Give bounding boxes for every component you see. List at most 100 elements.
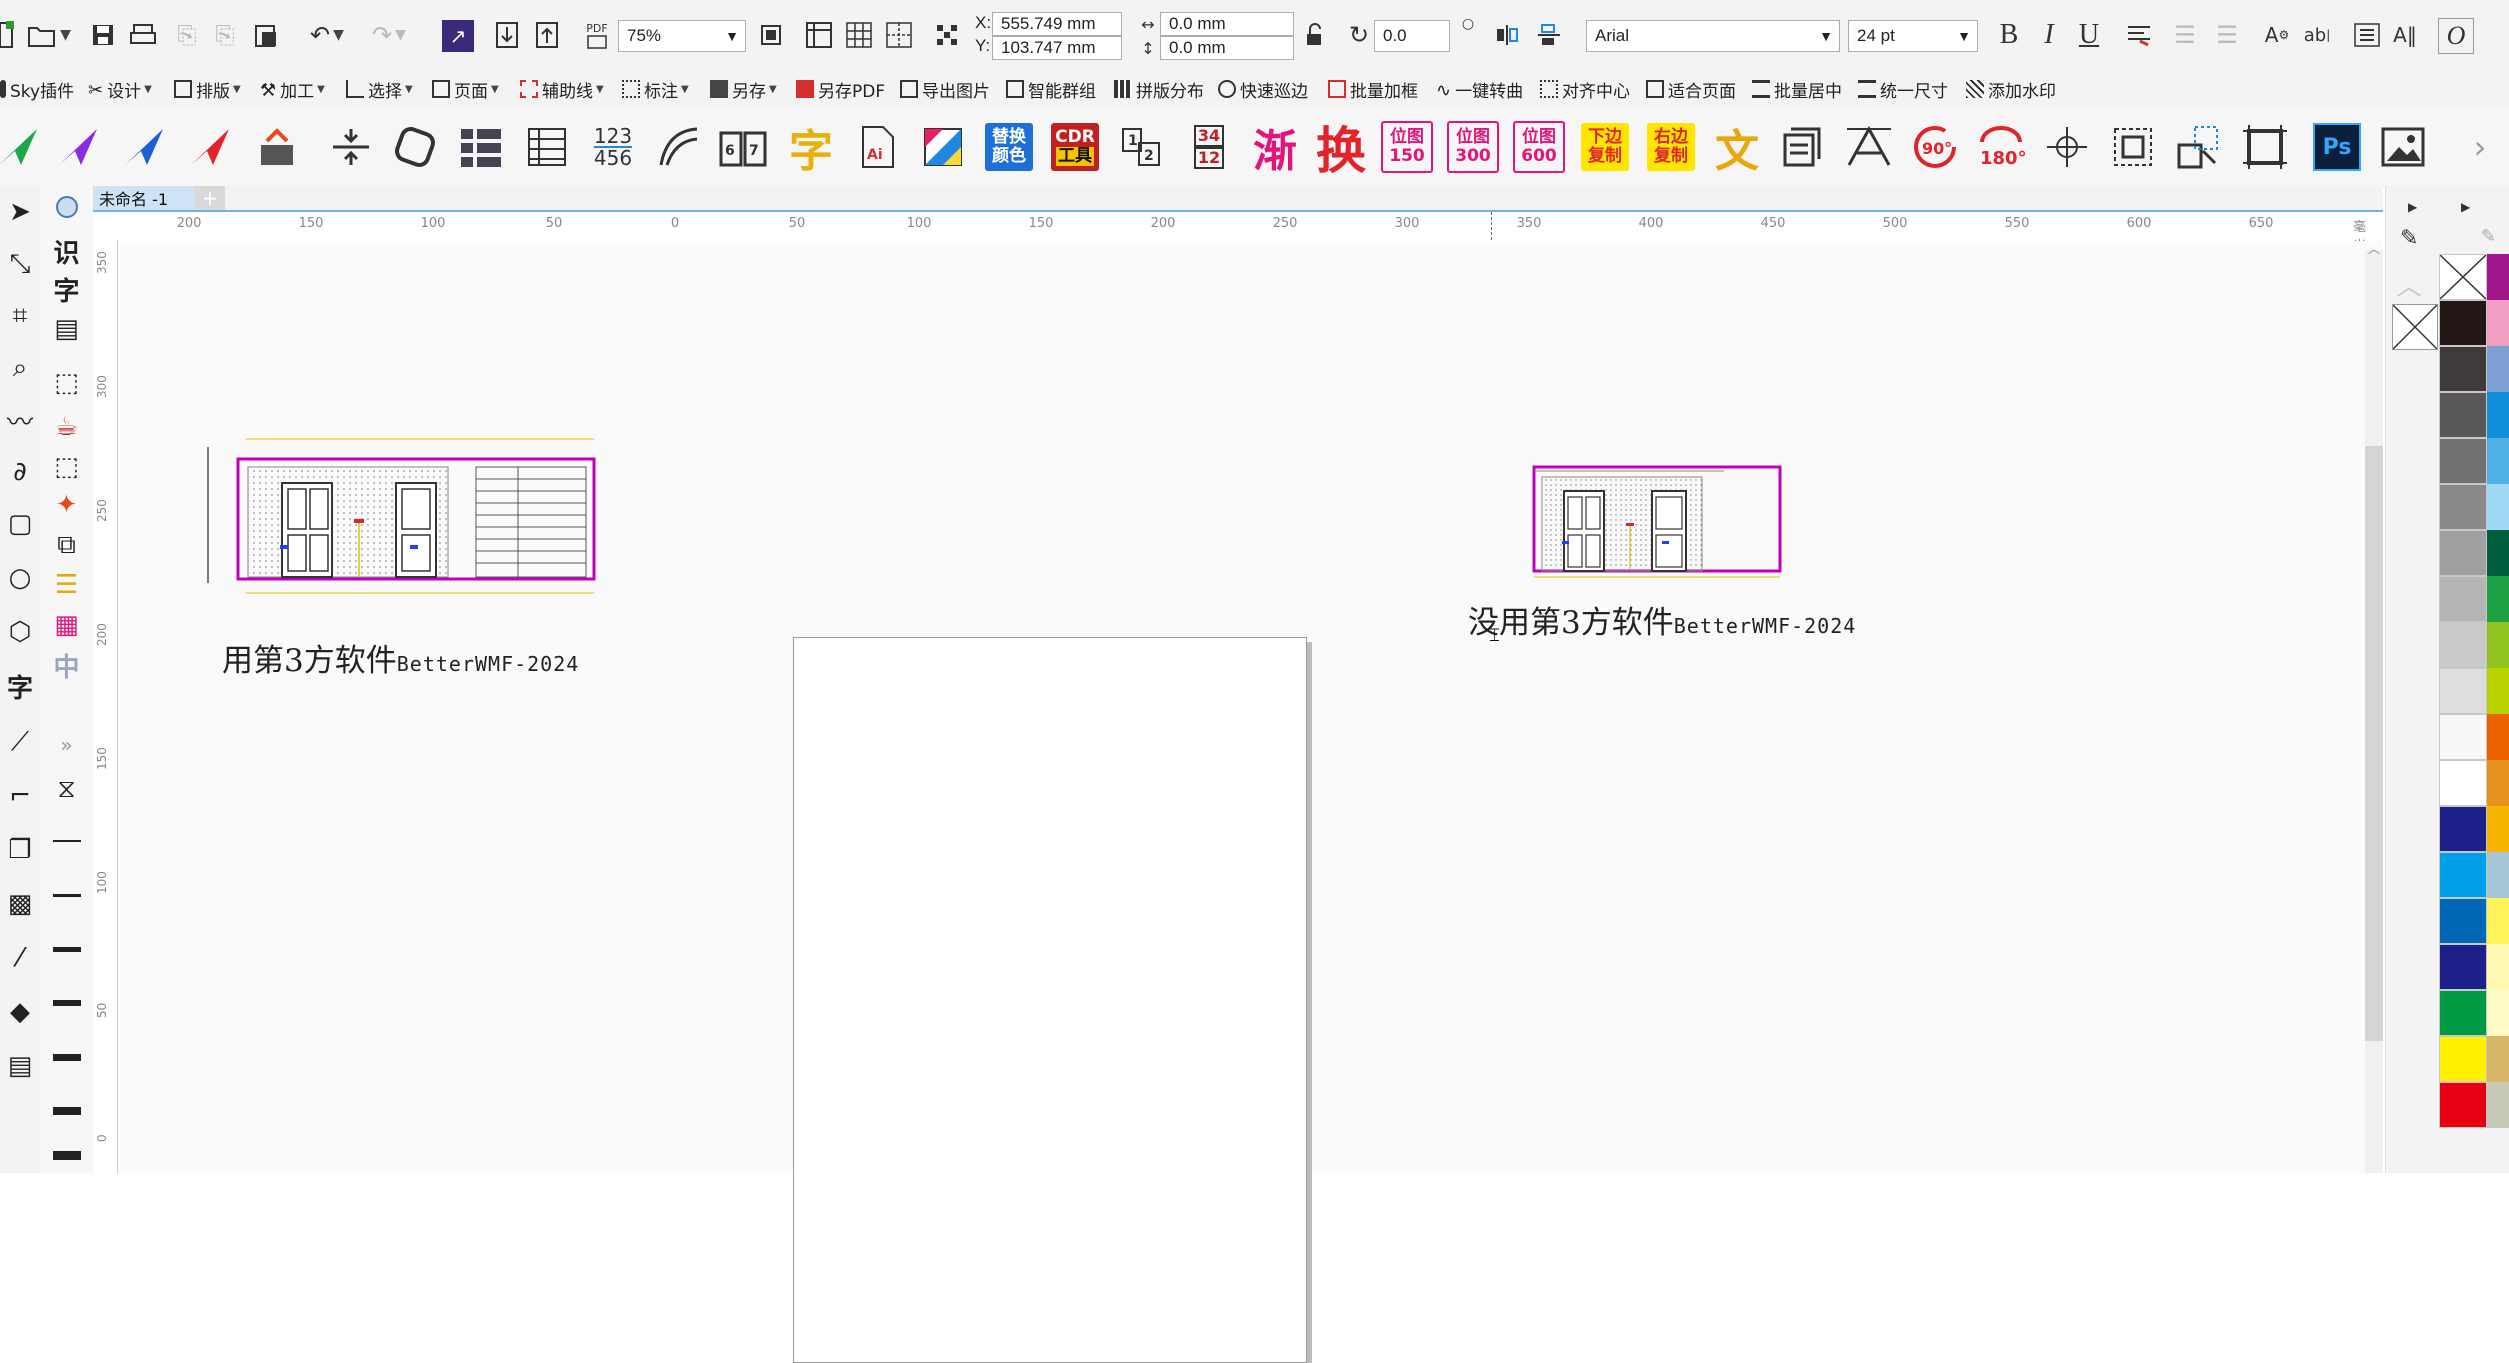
plugin-menu-page[interactable]: 页面 ▼ — [432, 72, 499, 106]
palette-swatch[interactable] — [2439, 1082, 2487, 1128]
image-icon[interactable] — [2374, 118, 2432, 176]
rectangle-tool-icon[interactable]: ▢ — [0, 504, 40, 544]
recognize-text-button[interactable]: 识 — [40, 232, 93, 270]
plugin-menu-save-as[interactable]: 另存 ▼ — [710, 72, 777, 106]
palette-swatch[interactable] — [2487, 806, 2509, 852]
pick-tool-icon[interactable]: ➤ — [0, 192, 40, 232]
bitmap-300-icon[interactable]: 位图 300 — [1444, 118, 1502, 176]
transparency-icon[interactable]: ▩ — [0, 884, 40, 924]
plugin-menu-batch-center[interactable]: 批量居中 — [1752, 72, 1842, 106]
send-green-icon[interactable] — [0, 118, 48, 176]
select-frame-icon[interactable] — [2170, 118, 2228, 176]
line-thick-icon[interactable] — [40, 930, 93, 968]
plugin-menu-smart-group[interactable]: 智能群组 — [1006, 72, 1096, 106]
crop-tool-icon[interactable]: ⌗ — [0, 296, 40, 336]
plugin-menu-impose[interactable]: 拼版分布 — [1114, 72, 1204, 106]
paste-icon[interactable] — [250, 20, 280, 50]
send-red-icon[interactable] — [182, 118, 240, 176]
palette-swatch[interactable] — [2439, 760, 2487, 806]
crosshair-icon[interactable] — [2038, 118, 2096, 176]
palette-swatch[interactable] — [2487, 438, 2509, 484]
export-orange-icon[interactable] — [248, 118, 306, 176]
plugin-menu-to-curve[interactable]: ∿ 一键转曲 — [1436, 72, 1523, 106]
send-blue-icon[interactable] — [116, 118, 174, 176]
palette-swatch[interactable] — [2439, 990, 2487, 1036]
lock-ratio-icon[interactable] — [1300, 20, 1328, 50]
palette-swatch-none[interactable] — [2439, 254, 2487, 300]
number-sequence-icon[interactable]: 123 456 — [584, 118, 642, 176]
plugin-menu-batch-frame[interactable]: 批量加框 — [1328, 72, 1418, 106]
palette-swatch[interactable] — [2487, 346, 2509, 392]
interactive-fill-icon[interactable]: ◆ — [0, 992, 40, 1032]
palette-swatch[interactable] — [2439, 944, 2487, 990]
distribute-vertical-icon[interactable] — [322, 118, 380, 176]
list-rows-icon[interactable] — [452, 118, 510, 176]
rotate-icon[interactable]: ↻ — [1344, 20, 1374, 50]
copy-right-icon[interactable]: 右边 复制 — [1642, 118, 1700, 176]
save-icon[interactable] — [88, 20, 118, 50]
palette-swatch[interactable] — [2487, 714, 2509, 760]
y-position-field[interactable]: 103.747 mm — [992, 36, 1122, 60]
drop-shadow-icon[interactable]: ❐ — [0, 830, 40, 870]
plugin-menu-guideline[interactable]: 辅助线 ▼ — [520, 72, 604, 106]
document-list-icon[interactable]: ▤ — [40, 310, 93, 348]
palette-swatch[interactable] — [2487, 760, 2509, 806]
vertical-text-icon[interactable]: A‖ — [2390, 20, 2420, 50]
connector-tool-icon[interactable]: ⌐ — [0, 776, 40, 816]
font-family-select[interactable]: Arial ▼ — [1586, 20, 1840, 52]
publish-pdf-icon[interactable]: PDF — [580, 18, 614, 52]
print-icon[interactable] — [128, 20, 158, 50]
plugin-menu-export-image[interactable]: 导出图片 — [900, 72, 990, 106]
plugin-menu-sky[interactable]: Sky插件 — [0, 72, 74, 106]
line-thin-icon[interactable] — [40, 822, 93, 860]
line-heavy-icon[interactable] — [40, 1038, 93, 1076]
palette-swatch[interactable] — [2487, 530, 2509, 576]
plugin-menu-save-pdf[interactable]: 另存PDF — [796, 72, 885, 106]
elevation-drawing-right[interactable] — [1524, 463, 1794, 587]
cut-icon[interactable]: ⎘ — [172, 20, 202, 50]
palette-swatch[interactable] — [2487, 1036, 2509, 1082]
palette-swatch[interactable] — [2487, 944, 2509, 990]
collapse-up-icon[interactable]: ︿ — [2396, 266, 2422, 303]
palette-swatch[interactable] — [2439, 668, 2487, 714]
plugin-menu-layout[interactable]: 排版 ▼ — [174, 72, 241, 106]
palette-swatch[interactable] — [2439, 852, 2487, 898]
height-field[interactable]: 0.0 mm — [1160, 36, 1294, 60]
plugin-menu-fit-page[interactable]: 适合页面 — [1646, 72, 1736, 106]
globe-icon[interactable] — [40, 188, 93, 226]
bullet-list-icon[interactable]: ☰ — [2170, 20, 2200, 50]
copy-icon[interactable]: ⎘ — [210, 20, 240, 50]
x-position-field[interactable]: 555.749 mm — [992, 12, 1122, 36]
rotate-180-icon[interactable]: 180° — [1972, 118, 2030, 176]
interactive-oval-icon[interactable]: O — [2438, 18, 2474, 54]
palette-swatch[interactable] — [2487, 484, 2509, 530]
qr-code-icon[interactable]: ▦ — [40, 606, 93, 644]
undo-icon[interactable]: ↶ ▼ — [302, 20, 352, 50]
smart-fill-icon[interactable]: ▤ — [0, 1046, 40, 1086]
cdr-tools-icon[interactable]: CDR 工具 — [1046, 118, 1104, 176]
zoom-level-select[interactable]: 75% ▼ — [618, 20, 746, 52]
numbering-icon[interactable]: 12 — [1112, 118, 1170, 176]
palette-swatch[interactable] — [2439, 898, 2487, 944]
palette-swatch[interactable] — [2487, 668, 2509, 714]
line-medium-icon[interactable] — [40, 876, 93, 914]
italic-button[interactable]: I — [2034, 19, 2064, 50]
left-caption[interactable]: 用第3方软件BetterWMF-2024 — [222, 635, 579, 680]
line-heavier-icon[interactable] — [40, 1092, 93, 1130]
plugin-menu-align-center[interactable]: 对齐中心 — [1540, 72, 1630, 106]
rotation-angle-field[interactable]: 0.0 — [1374, 20, 1450, 52]
edit-text-icon[interactable]: ab | — [2300, 20, 2334, 50]
replace-color-icon[interactable]: 替换 颜色 — [980, 118, 1038, 176]
vertical-ruler[interactable]: 350 300 250 200 150 100 50 0 — [93, 240, 118, 1173]
bitmap-600-icon[interactable]: 位图 600 — [1510, 118, 1568, 176]
shape-tool-icon[interactable]: ⤡ — [0, 244, 40, 284]
docker-expand-icon[interactable]: ▶ — [2408, 200, 2417, 214]
palette-swatch[interactable] — [2487, 300, 2509, 346]
swap-icon[interactable]: 换 — [1312, 118, 1370, 180]
text-align-icon[interactable] — [2124, 20, 2154, 50]
artistic-media-icon[interactable]: ∂ — [0, 452, 40, 492]
fraction-icon[interactable]: 34 12 — [1180, 118, 1238, 176]
more-icon[interactable]: › — [2460, 118, 2500, 176]
drawing-canvas[interactable]: 用第3方软件BetterWMF-2024 没用第3方软件BetterWMF-20… — [118, 241, 2383, 1363]
palette-swatch[interactable] — [2487, 1082, 2509, 1128]
